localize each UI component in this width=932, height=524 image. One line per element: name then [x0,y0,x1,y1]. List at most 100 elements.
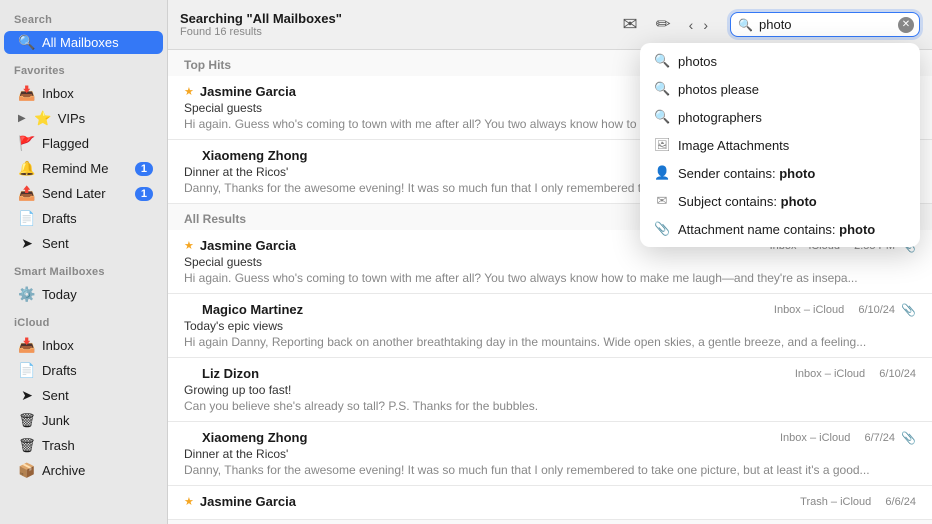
icloud-drafts-icon: 📄 [18,362,36,379]
dropdown-search-icon-1: 🔍 [654,53,670,69]
sidebar-item-today[interactable]: ⚙️ Today [4,283,163,306]
dropdown-text-sender: Sender contains: photo [678,166,906,181]
email-mailbox: Inbox – iCloud [795,368,865,380]
dropdown-item-attachment-name[interactable]: 📎 Attachment name contains: photo [640,215,920,243]
email-item-top: ★ Jasmine Garcia Trash – iCloud 6/6/24 [184,494,916,509]
next-button[interactable]: › [699,15,712,35]
vips-star-icon: ⭐ [34,110,52,127]
dropdown-item-image-attachments[interactable]: 🖼 Image Attachments [640,131,920,159]
compose-icon: ✏ [656,14,671,35]
email-subject: Today's epic views [184,319,916,333]
search-bar-area: 🔍 ✕ 🔍 photos 🔍 photos please 🔍 [730,12,920,37]
sidebar-label-icloud-sent: Sent [42,388,153,403]
vip-star-icon: ★ [184,495,194,508]
sidebar-label-icloud-junk: Junk [42,413,153,428]
sidebar-label-drafts: Drafts [42,211,153,226]
sidebar-item-icloud-inbox[interactable]: 📥 Inbox [4,334,163,357]
sidebar-label-flagged: Flagged [42,136,153,151]
table-row[interactable]: Xiaomeng Zhong Inbox – iCloud 6/7/24 📎 D… [168,422,932,486]
sidebar-item-vips[interactable]: ▶ ⭐ VIPs [4,107,163,130]
email-preview: Danny, Thanks for the awesome evening! I… [184,463,916,477]
dropdown-person-icon: 👤 [654,165,670,181]
sidebar-item-all-mailboxes[interactable]: 🔍 All Mailboxes [4,31,163,54]
dropdown-envelope-icon: ✉ [654,193,670,209]
sidebar-label-inbox: Inbox [42,86,153,101]
results-subtitle: Found 16 results [180,26,610,38]
dropdown-text-photos-please: photos please [678,82,906,97]
sidebar-label-all-mailboxes: All Mailboxes [42,35,153,50]
table-row[interactable]: Liz Dizon Inbox – iCloud 6/10/24 Growing… [168,358,932,422]
sidebar-item-drafts[interactable]: 📄 Drafts [4,207,163,230]
icloud-sent-icon: ➤ [18,387,36,404]
email-meta: Inbox – iCloud 6/10/24 [774,304,895,316]
sidebar-item-icloud-sent[interactable]: ➤ Sent [4,384,163,407]
dropdown-item-subject[interactable]: ✉ Subject contains: photo [640,187,920,215]
main-content: Searching "All Mailboxes" Found 16 resul… [168,0,932,524]
sidebar-label-icloud-drafts: Drafts [42,363,153,378]
email-sender: Jasmine Garcia [200,494,794,509]
sidebar-label-today: Today [42,287,153,302]
dropdown-search-icon-3: 🔍 [654,109,670,125]
inbox-icon: 📥 [18,85,36,102]
toolbar-title-area: Searching "All Mailboxes" Found 16 resul… [180,11,610,38]
email-meta: Trash – iCloud 6/6/24 [800,496,916,508]
email-subject: Special guests [184,255,916,269]
email-meta: Inbox – iCloud 6/10/24 [795,368,916,380]
sidebar-item-inbox[interactable]: 📥 Inbox [4,82,163,105]
envelope-icon: ✉ [622,14,637,35]
send-later-badge: 1 [135,187,153,201]
table-row[interactable]: Magico Martinez Inbox – iCloud 6/10/24 📎… [168,294,932,358]
table-row[interactable]: ★ Jasmine Garcia Trash – iCloud 6/6/24 [168,486,932,520]
sidebar-label-icloud-inbox: Inbox [42,338,153,353]
icloud-inbox-icon: 📥 [18,337,36,354]
dropdown-search-icon-2: 🔍 [654,81,670,97]
vip-star-icon: ★ [184,239,194,252]
sidebar-item-icloud-drafts[interactable]: 📄 Drafts [4,359,163,382]
icloud-archive-icon: 📦 [18,462,36,479]
search-clear-button[interactable]: ✕ [898,17,914,33]
sidebar-item-remind-me[interactable]: 🔔 Remind Me 1 [4,157,163,180]
nav-chevrons: ‹ › [685,15,712,35]
dropdown-item-photos-please[interactable]: 🔍 photos please [640,75,920,103]
sent-icon: ➤ [18,235,36,252]
icloud-trash-icon: 🗑 [18,437,36,454]
attachment-icon: 📎 [901,303,916,317]
dropdown-item-photographers[interactable]: 🔍 photographers [640,103,920,131]
email-sender: Magico Martinez [202,302,768,317]
vip-star-icon: ★ [184,85,194,98]
email-mailbox: Trash – iCloud [800,496,871,508]
sidebar-item-icloud-trash[interactable]: 🗑 Trash [4,434,163,457]
icloud-junk-icon: 🗑 [18,412,36,429]
email-preview: Hi again Danny, Reporting back on anothe… [184,335,916,349]
dropdown-image-icon: 🖼 [654,137,670,153]
dropdown-item-photos[interactable]: 🔍 photos [640,47,920,75]
sidebar-item-flagged[interactable]: 🚩 Flagged [4,132,163,155]
remind-me-icon: 🔔 [18,160,36,177]
drafts-icon: 📄 [18,210,36,227]
sidebar-item-send-later[interactable]: 📤 Send Later 1 [4,182,163,205]
email-sender: Xiaomeng Zhong [202,430,774,445]
sidebar: Search 🔍 All Mailboxes Favorites 📥 Inbox… [0,0,168,524]
sidebar-label-vips: VIPs [58,111,153,126]
prev-button[interactable]: ‹ [685,15,698,35]
search-input[interactable] [730,12,920,37]
dropdown-item-sender[interactable]: 👤 Sender contains: photo [640,159,920,187]
email-preview: Hi again. Guess who's coming to town wit… [184,271,916,285]
vips-disclosure-icon: ▶ [18,113,26,124]
sidebar-search-label: Search [0,8,167,30]
dropdown-text-subject: Subject contains: photo [678,194,906,209]
all-mailboxes-icon: 🔍 [18,34,36,51]
compose-button[interactable]: ✏ [652,10,675,39]
sidebar-item-sent[interactable]: ➤ Sent [4,232,163,255]
send-later-icon: 📤 [18,185,36,202]
email-subject: Growing up too fast! [184,383,916,397]
sidebar-item-icloud-archive[interactable]: 📦 Archive [4,459,163,482]
email-time: 6/6/24 [885,496,916,508]
sidebar-label-sent: Sent [42,236,153,251]
sidebar-label-icloud-trash: Trash [42,438,153,453]
sidebar-label-icloud-archive: Archive [42,463,153,478]
sidebar-item-icloud-junk[interactable]: 🗑 Junk [4,409,163,432]
email-subject: Dinner at the Ricos' [184,447,916,461]
toolbar-actions: ✉ ✏ ‹ › 🔍 ✕ 🔍 photos [618,10,920,39]
new-message-button[interactable]: ✉ [618,10,641,39]
